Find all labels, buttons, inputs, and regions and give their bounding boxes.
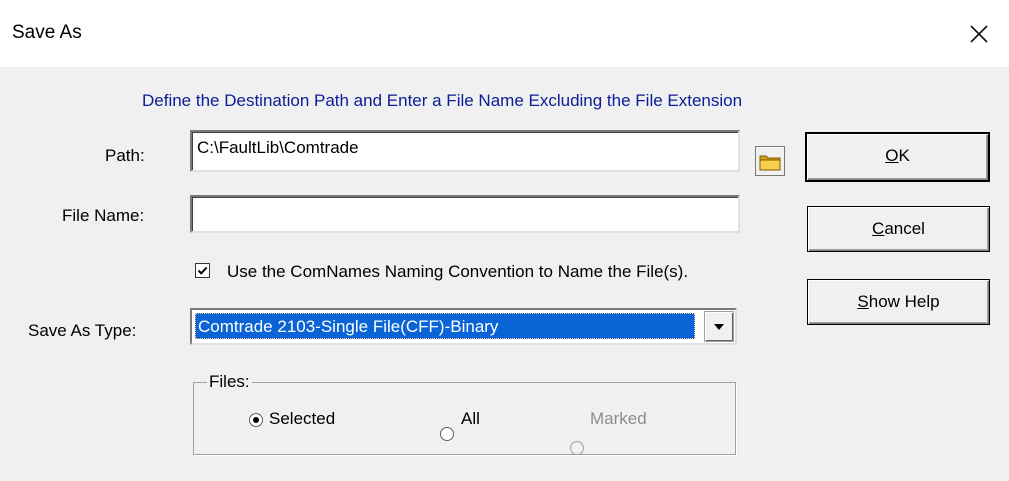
folder-icon: [755, 146, 785, 176]
dropdown-button[interactable]: [704, 311, 734, 342]
window-title: Save As: [12, 22, 82, 43]
help-label-rest: how Help: [868, 292, 940, 311]
radio-marked: [570, 441, 584, 455]
save-as-type-label: Save As Type:: [28, 321, 137, 340]
file-name-input[interactable]: [190, 195, 740, 233]
show-help-button[interactable]: Show Help: [807, 279, 990, 325]
help-mnemonic: S: [857, 292, 869, 311]
naming-convention-checkbox[interactable]: [195, 263, 210, 278]
radio-marked-label: Marked: [590, 409, 647, 428]
file-name-label: File Name:: [62, 206, 145, 225]
close-button[interactable]: [949, 0, 1009, 67]
path-value: C:\FaultLib\Comtrade: [197, 138, 359, 157]
cancel-label-rest: ancel: [884, 219, 925, 238]
save-as-type-value: Comtrade 2103-Single File(CFF)-Binary: [195, 313, 695, 339]
radio-selected-label: Selected: [269, 409, 336, 428]
browse-folder-button[interactable]: [755, 146, 785, 176]
checkmark-icon: [197, 266, 208, 275]
chevron-down-icon: [714, 323, 724, 330]
path-input[interactable]: C:\FaultLib\Comtrade: [190, 130, 740, 172]
ok-button[interactable]: OK: [805, 132, 990, 182]
ok-mnemonic: O: [885, 146, 899, 165]
ok-label-rest: K: [898, 146, 910, 165]
instruction-text: Define the Destination Path and Enter a …: [142, 91, 743, 110]
cancel-button[interactable]: Cancel: [807, 206, 990, 252]
title-bar: Save As: [0, 0, 1009, 67]
path-label: Path:: [105, 146, 145, 165]
close-icon: [970, 24, 988, 43]
save-as-type-select[interactable]: Comtrade 2103-Single File(CFF)-Binary: [190, 308, 737, 345]
files-group-title: Files:: [207, 372, 252, 392]
radio-selected[interactable]: [249, 413, 263, 427]
radio-all[interactable]: [440, 427, 454, 441]
radio-all-label: All: [461, 409, 480, 428]
naming-convention-label: Use the ComNames Naming Convention to Na…: [227, 262, 689, 281]
cancel-mnemonic: C: [872, 219, 885, 238]
